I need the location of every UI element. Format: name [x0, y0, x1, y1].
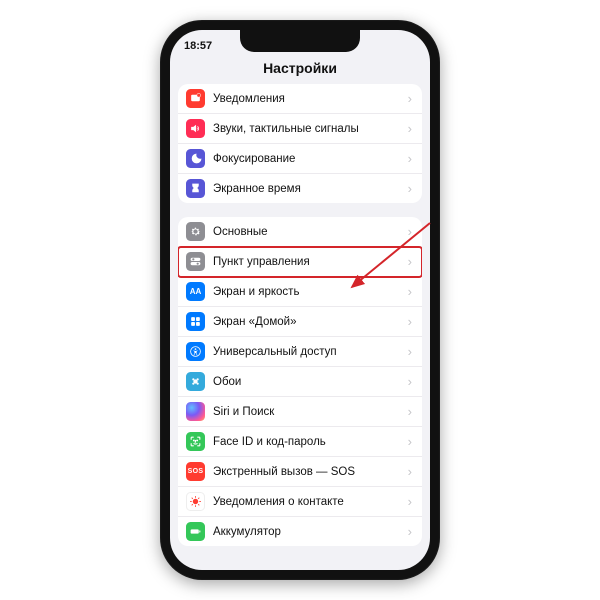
chevron-right-icon: › — [408, 151, 412, 166]
settings-row-home-screen[interactable]: Экран «Домой» › — [178, 307, 422, 337]
battery-settings-icon — [186, 522, 205, 541]
chevron-right-icon: › — [408, 224, 412, 239]
settings-row-display[interactable]: AA Экран и яркость › — [178, 277, 422, 307]
chevron-right-icon: › — [408, 284, 412, 299]
row-label: Обои — [213, 376, 400, 388]
settings-row-screentime[interactable]: Экранное время › — [178, 174, 422, 203]
focus-icon — [186, 149, 205, 168]
general-gear-icon — [186, 222, 205, 241]
settings-row-general[interactable]: Основные › — [178, 217, 422, 247]
chevron-right-icon: › — [408, 374, 412, 389]
page-title: Настройки — [170, 56, 430, 84]
screentime-icon — [186, 179, 205, 198]
notch — [240, 30, 360, 52]
row-label: Экранное время — [213, 183, 400, 195]
chevron-right-icon: › — [408, 404, 412, 419]
settings-row-faceid[interactable]: Face ID и код-пароль › — [178, 427, 422, 457]
row-label: Face ID и код-пароль — [213, 436, 400, 448]
row-label: Звуки, тактильные сигналы — [213, 123, 400, 135]
settings-row-focus[interactable]: Фокусирование › — [178, 144, 422, 174]
chevron-right-icon: › — [408, 181, 412, 196]
row-label: Аккумулятор — [213, 526, 400, 538]
sos-icon: SOS — [186, 462, 205, 481]
chevron-right-icon: › — [408, 344, 412, 359]
faceid-icon — [186, 432, 205, 451]
settings-row-notifications[interactable]: Уведомления › — [178, 84, 422, 114]
settings-row-control-center[interactable]: Пункт управления › — [178, 247, 422, 277]
settings-group: Уведомления › Звуки, тактильные сигналы … — [178, 84, 422, 203]
chevron-right-icon: › — [408, 121, 412, 136]
chevron-right-icon: › — [408, 91, 412, 106]
chevron-right-icon: › — [408, 314, 412, 329]
row-label: Экран «Домой» — [213, 316, 400, 328]
row-label: Фокусирование — [213, 153, 400, 165]
notifications-icon — [186, 89, 205, 108]
row-label: Экстренный вызов — SOS — [213, 466, 400, 478]
settings-row-accessibility[interactable]: Универсальный доступ › — [178, 337, 422, 367]
row-label: Основные — [213, 226, 400, 238]
row-label: Siri и Поиск — [213, 406, 400, 418]
chevron-right-icon: › — [408, 464, 412, 479]
settings-row-battery[interactable]: Аккумулятор › — [178, 517, 422, 546]
chevron-right-icon: › — [408, 494, 412, 509]
sounds-icon — [186, 119, 205, 138]
settings-list[interactable]: Уведомления › Звуки, тактильные сигналы … — [170, 84, 430, 570]
row-label: Уведомления о контакте — [213, 496, 400, 508]
settings-group: Основные › Пункт управления › AA Экран и… — [178, 217, 422, 546]
settings-row-wallpaper[interactable]: Обои › — [178, 367, 422, 397]
phone-screen: 18:57 Настройки — [170, 30, 430, 570]
accessibility-icon — [186, 342, 205, 361]
display-icon: AA — [186, 282, 205, 301]
row-label: Экран и яркость — [213, 286, 400, 298]
settings-row-exposure[interactable]: Уведомления о контакте › — [178, 487, 422, 517]
phone-frame: 18:57 Настройки — [160, 20, 440, 580]
row-label: Пункт управления — [213, 256, 400, 268]
chevron-right-icon: › — [408, 434, 412, 449]
control-center-icon — [186, 252, 205, 271]
row-label: Универсальный доступ — [213, 346, 400, 358]
settings-row-siri[interactable]: Siri и Поиск › — [178, 397, 422, 427]
wallpaper-icon — [186, 372, 205, 391]
settings-row-sounds[interactable]: Звуки, тактильные сигналы › — [178, 114, 422, 144]
siri-icon — [186, 402, 205, 421]
chevron-right-icon: › — [408, 254, 412, 269]
chevron-right-icon: › — [408, 524, 412, 539]
exposure-icon — [186, 492, 205, 511]
status-time: 18:57 — [184, 40, 212, 52]
home-screen-icon — [186, 312, 205, 331]
row-label: Уведомления — [213, 93, 400, 105]
settings-row-sos[interactable]: SOS Экстренный вызов — SOS › — [178, 457, 422, 487]
